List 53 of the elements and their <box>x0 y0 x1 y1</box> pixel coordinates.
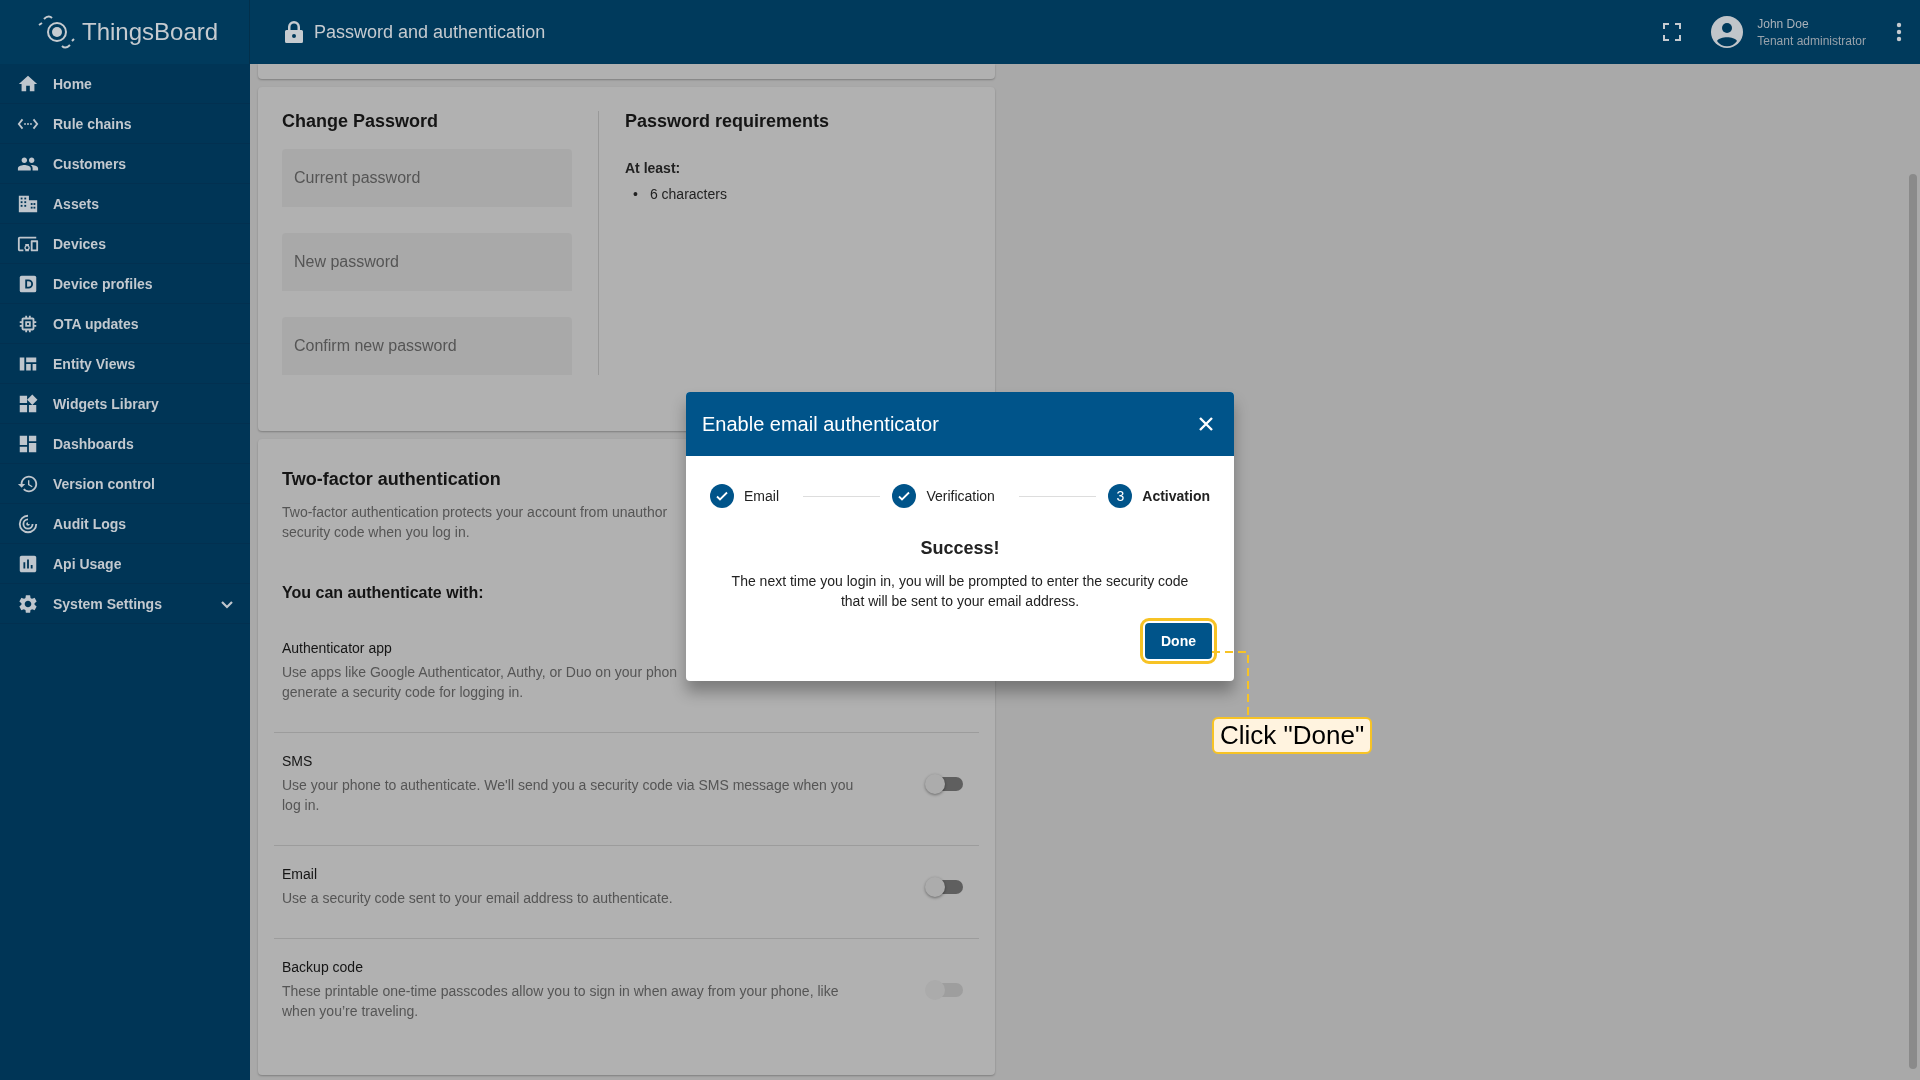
user-role: Tenant administrator <box>1757 33 1866 48</box>
settings-icon <box>17 592 39 615</box>
password-field[interactable]: Confirm new password <box>282 317 572 375</box>
page-title: Password and authentication <box>314 21 546 43</box>
password-field[interactable]: New password <box>282 233 572 291</box>
method-name: Email <box>282 866 318 882</box>
sidebar-item[interactable]: Assets <box>0 184 250 224</box>
sidebar-item[interactable]: Customers <box>0 144 250 184</box>
card-title: Two-factor authentication <box>282 469 502 490</box>
card-title: Password requirements <box>625 111 830 132</box>
card-title: Change Password <box>282 111 440 132</box>
toggle-switch[interactable] <box>927 880 963 894</box>
requirement-item: 6 characters <box>649 185 727 204</box>
bullet: • <box>633 185 638 204</box>
card-description: Two-factor authentication protects your account from unauthor security code when you log in. <box>282 503 669 542</box>
annotation-callout: Click "Done" <box>1212 717 1373 754</box>
widgets-icon <box>17 392 39 415</box>
sidebar-item[interactable]: Devices <box>0 224 250 264</box>
method-name: SMS <box>282 753 314 769</box>
target-icon <box>17 512 39 535</box>
requirements-lead: At least: <box>625 160 682 176</box>
stepper-step: Verification <box>892 484 995 508</box>
dialog-title: Enable email authenticator <box>702 412 940 436</box>
leader-line <box>1212 650 1252 716</box>
brand-name: ThingsBoard <box>82 18 219 46</box>
method-name: Backup code <box>282 959 364 975</box>
sidebar-item[interactable]: Widgets Library <box>0 384 250 424</box>
method-description: Use a security code sent to your email address to authenticate. <box>282 889 674 908</box>
lock-icon <box>284 21 304 43</box>
success-heading: Success! <box>919 538 1001 559</box>
sidebar-item[interactable]: Api Usage <box>0 544 250 584</box>
sidebar-item[interactable]: System Settings <box>0 584 250 624</box>
success-message: The next time you login in, you will be prompted to enter the security code that will be sent to your email address. <box>730 572 1190 611</box>
method-description: These printable one-time passcodes allow you to sign in when away from your phone, like when you’re traveling. <box>282 982 840 1021</box>
method-name: Authenticator app <box>282 640 393 656</box>
fullscreen-icon[interactable] <box>1663 23 1682 41</box>
method-description: Use apps like Google Authenticator, Authy, or Duo on your phon generate a security code for logging in. <box>282 663 679 702</box>
methods-heading: You can authenticate with: <box>282 584 484 602</box>
logo-icon <box>36 13 76 51</box>
stepper-step: Email <box>710 484 779 508</box>
user-name: John Doe <box>1757 16 1810 31</box>
avatar-icon[interactable] <box>1711 16 1744 48</box>
toggle-switch[interactable] <box>927 777 963 791</box>
sidebar-item[interactable]: Dashboards <box>0 424 250 464</box>
sidebar-item[interactable]: Home <box>0 64 250 104</box>
password-field[interactable]: Current password <box>282 149 572 207</box>
sidebar-item[interactable]: OTA updates <box>0 304 250 344</box>
sidebar-item[interactable]: Audit Logs <box>0 504 250 544</box>
method-description: Use your phone to authenticate. We'll send you a security code via SMS message when you log in. <box>282 776 855 815</box>
sidebar-item[interactable]: Device profiles <box>0 264 250 304</box>
sidebar-item[interactable]: Entity Views <box>0 344 250 384</box>
stepper-step: 3 Activation <box>1108 484 1210 508</box>
more-icon[interactable] <box>1896 22 1902 42</box>
